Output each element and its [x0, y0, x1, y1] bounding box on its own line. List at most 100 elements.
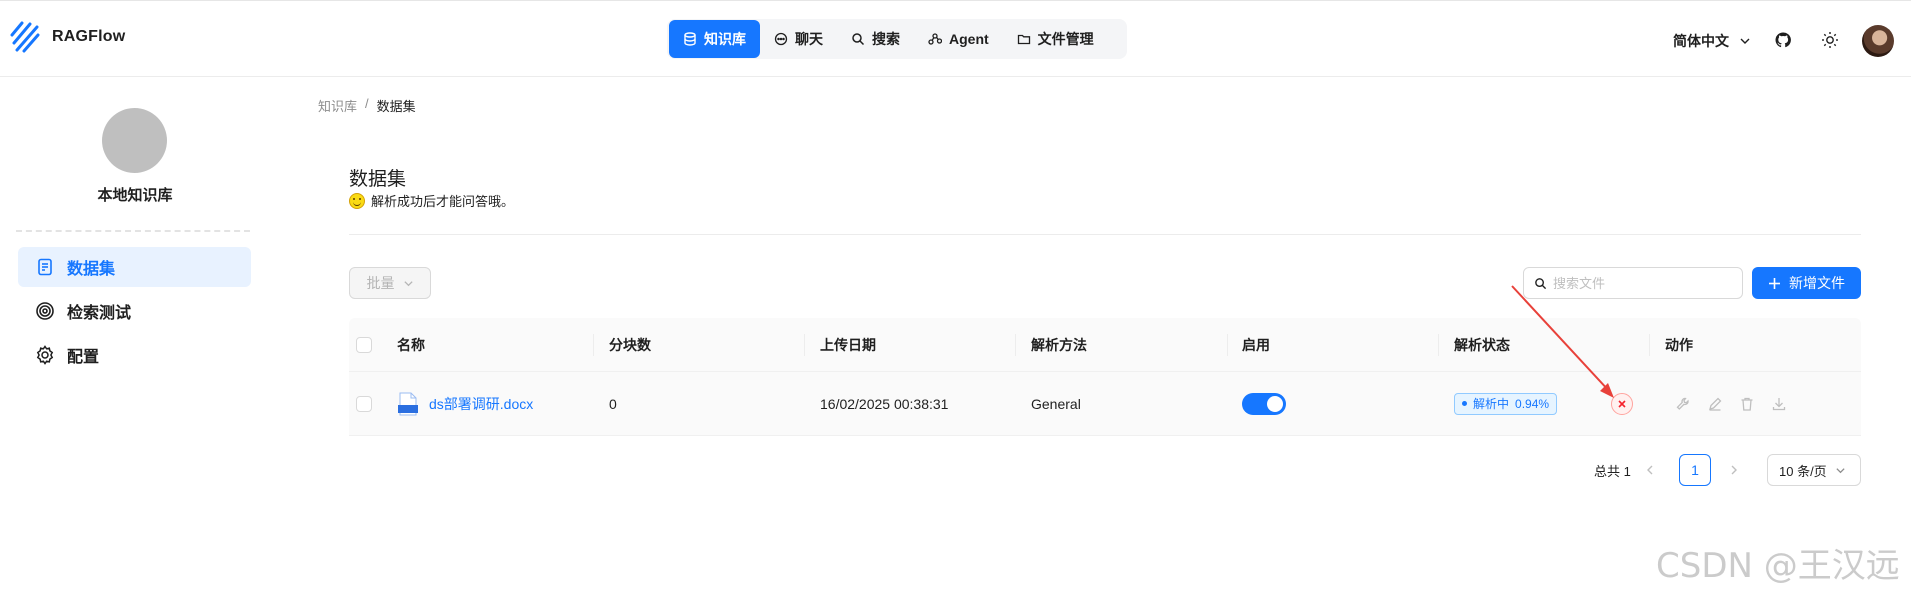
- page-subtitle-text: 解析成功后才能问答哦。: [371, 194, 515, 209]
- add-file-label: 新增文件: [1789, 275, 1845, 291]
- chat-bubble-icon: [774, 32, 788, 46]
- sidebar-item-retrieval-test[interactable]: 检索测试: [18, 291, 251, 331]
- watermark-text: CSDN @王汉远: [1656, 546, 1900, 586]
- nav-item-chat[interactable]: 聊天: [760, 20, 837, 58]
- header-cell-enabled[interactable]: 启用: [1242, 318, 1270, 371]
- chevron-down-icon: [1836, 467, 1845, 473]
- select-all-checkbox[interactable]: [356, 336, 372, 353]
- pagination-page-1[interactable]: 1: [1679, 454, 1711, 486]
- row-parse-method-cell: General: [1031, 395, 1081, 412]
- nav-item-search[interactable]: 搜索: [837, 20, 914, 58]
- column-separator: [1015, 334, 1016, 356]
- page-subtitle: 解析成功后才能问答哦。: [349, 191, 514, 210]
- header-cell-parse-method[interactable]: 解析方法: [1031, 318, 1087, 371]
- documents-table: 名称 分块数 上传日期 解析方法 启用 解析状态 动作 ds部署调研.docx …: [349, 318, 1861, 436]
- language-selector[interactable]: 简体中文: [1673, 23, 1751, 59]
- user-avatar[interactable]: [1862, 25, 1894, 57]
- language-label: 简体中文: [1673, 33, 1729, 49]
- breadcrumb: 知识库 / 数据集: [318, 96, 416, 115]
- header-cell-name[interactable]: 名称: [397, 318, 425, 371]
- parse-status-label: 解析中: [1473, 397, 1510, 411]
- column-separator: [804, 334, 805, 356]
- plus-icon: [1769, 277, 1780, 289]
- row-select-cell: [356, 372, 372, 435]
- sidebar-item-configuration[interactable]: 配置: [18, 335, 251, 375]
- annotation-arrow: [1511, 285, 1614, 398]
- sidebar-item-dataset[interactable]: 数据集: [18, 247, 251, 287]
- page-title: 数据集: [349, 169, 407, 190]
- column-separator: [1438, 334, 1439, 356]
- chevron-down-icon: [1740, 38, 1750, 44]
- header-cell-parse-status[interactable]: 解析状态: [1454, 318, 1510, 371]
- nav-label: 文件管理: [1037, 31, 1094, 47]
- add-file-button[interactable]: 新增文件: [1752, 267, 1861, 299]
- target-icon: [36, 302, 54, 320]
- row-actions-cell: [1675, 372, 1803, 435]
- column-separator: [593, 334, 594, 356]
- database-icon: [684, 32, 696, 46]
- nav-label: 知识库: [704, 31, 746, 47]
- sidebar-item-label: 配置: [67, 349, 100, 366]
- pagination-total: 总共 1: [1594, 463, 1631, 479]
- page-size-label: 10 条/页: [1779, 463, 1827, 479]
- nav-item-file-management[interactable]: 文件管理: [1003, 20, 1108, 58]
- smiley-icon: [349, 192, 365, 209]
- download-icon[interactable]: [1771, 396, 1787, 412]
- row-name-cell: ds部署调研.docx: [397, 372, 533, 435]
- nav-item-knowledge-base[interactable]: 知识库: [669, 20, 760, 58]
- bulk-actions-label: 批量: [366, 275, 395, 291]
- delete-icon[interactable]: [1739, 396, 1755, 412]
- column-separator: [1649, 334, 1650, 356]
- docx-file-icon: [398, 392, 418, 415]
- status-dot-icon: [1462, 401, 1467, 406]
- header-cell-select: [356, 318, 372, 371]
- breadcrumb-separator: /: [365, 96, 369, 111]
- bulk-actions-button[interactable]: 批量: [349, 267, 431, 299]
- table-row: ds部署调研.docx 0 16/02/2025 00:38:31 Genera…: [349, 372, 1861, 436]
- folder-icon: [1017, 34, 1030, 45]
- sidebar-item-label: 检索测试: [67, 305, 132, 322]
- github-icon: [1775, 32, 1791, 48]
- row-enabled-cell: [1242, 372, 1286, 435]
- breadcrumb-root[interactable]: 知识库: [318, 96, 357, 115]
- search-icon: [852, 33, 865, 46]
- knowledge-base-avatar: [102, 108, 167, 173]
- sidebar-divider: [16, 230, 250, 232]
- section-divider: [349, 234, 1861, 235]
- header-cell-upload-date[interactable]: 上传日期: [820, 318, 876, 371]
- header-cell-chunks[interactable]: 分块数: [609, 318, 651, 371]
- tool-icon[interactable]: [1675, 396, 1691, 412]
- file-name-link[interactable]: ds部署调研.docx: [429, 394, 533, 414]
- row-upload-date-cell: 16/02/2025 00:38:31: [820, 395, 949, 412]
- chevron-down-icon: [403, 280, 413, 286]
- sidebar-item-label: 数据集: [67, 261, 116, 278]
- row-checkbox[interactable]: [356, 395, 372, 412]
- theme-toggle-button[interactable]: [1813, 23, 1847, 57]
- chevron-right-icon: [1731, 465, 1737, 475]
- ragflow-logo-icon: [10, 21, 40, 53]
- sun-icon: [1822, 32, 1838, 48]
- header-cell-actions: 动作: [1665, 336, 1693, 353]
- enabled-toggle[interactable]: [1242, 392, 1286, 415]
- row-chunks-cell: 0: [609, 395, 617, 412]
- app-name: RAGFlow: [52, 28, 126, 45]
- gear-icon: [36, 345, 54, 365]
- app-logo[interactable]: RAGFlow: [8, 19, 125, 55]
- nav-item-agent[interactable]: Agent: [914, 20, 1003, 58]
- pagination-next-button[interactable]: [1729, 454, 1739, 486]
- document-icon: [38, 258, 52, 276]
- edit-icon[interactable]: [1707, 396, 1723, 412]
- main-nav: 知识库 聊天 搜索 Agent 文件管理: [667, 19, 1127, 59]
- chevron-left-icon: [1647, 465, 1653, 475]
- nav-label: 聊天: [795, 31, 823, 47]
- pagination-prev-button[interactable]: [1645, 454, 1655, 486]
- column-separator: [1227, 334, 1228, 356]
- github-button[interactable]: [1766, 23, 1800, 57]
- breadcrumb-current: 数据集: [376, 99, 416, 114]
- table-header: 名称 分块数 上传日期 解析方法 启用 解析状态 动作: [349, 318, 1861, 372]
- nav-label: Agent: [949, 31, 989, 47]
- nav-label: 搜索: [872, 31, 900, 47]
- graph-icon: [928, 33, 942, 45]
- page-size-select[interactable]: 10 条/页: [1767, 454, 1861, 486]
- knowledge-base-name: 本地知识库: [97, 187, 173, 204]
